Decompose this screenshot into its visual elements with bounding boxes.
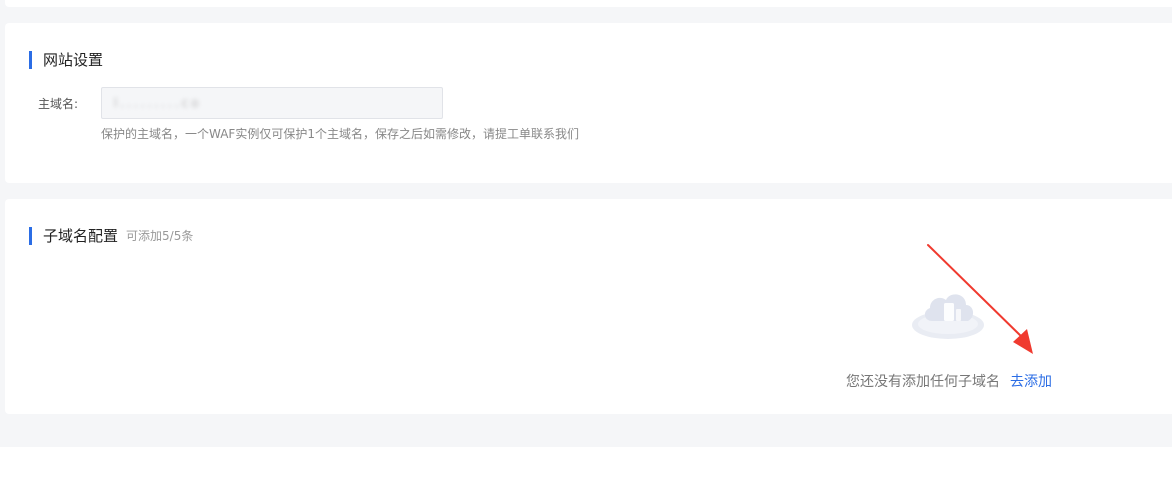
site-settings-title: 网站设置 bbox=[43, 51, 104, 69]
domain-input[interactable]: l.........co bbox=[101, 87, 443, 119]
top-card bbox=[5, 0, 1172, 7]
empty-state-text: 您还没有添加任何子域名 bbox=[846, 374, 1000, 390]
subdomain-config-title: 子域名配置 bbox=[43, 227, 119, 245]
add-subdomain-link[interactable]: 去添加 bbox=[1010, 371, 1052, 391]
section-accent-bar bbox=[29, 227, 32, 245]
cloud-empty-icon bbox=[912, 294, 984, 339]
subdomain-quota: 可添加5/5条 bbox=[126, 229, 194, 243]
subdomain-config-card: 子域名配置 可添加5/5条 您还没有添加任何子域名 去添加 bbox=[5, 199, 1172, 414]
domain-help-text: 保护的主域名，一个WAF实例仅可保护1个主域名，保存之后如需修改，请提工单联系我… bbox=[101, 127, 579, 141]
site-settings-header: 网站设置 bbox=[29, 51, 103, 69]
site-settings-card: 网站设置 主域名: l.........co 保护的主域名，一个WAF实例仅可保… bbox=[5, 23, 1172, 183]
subdomain-config-header: 子域名配置 可添加5/5条 bbox=[29, 227, 193, 245]
domain-value: l.........co bbox=[114, 96, 202, 110]
domain-label: 主域名: bbox=[38, 97, 79, 111]
section-accent-bar bbox=[29, 51, 32, 69]
